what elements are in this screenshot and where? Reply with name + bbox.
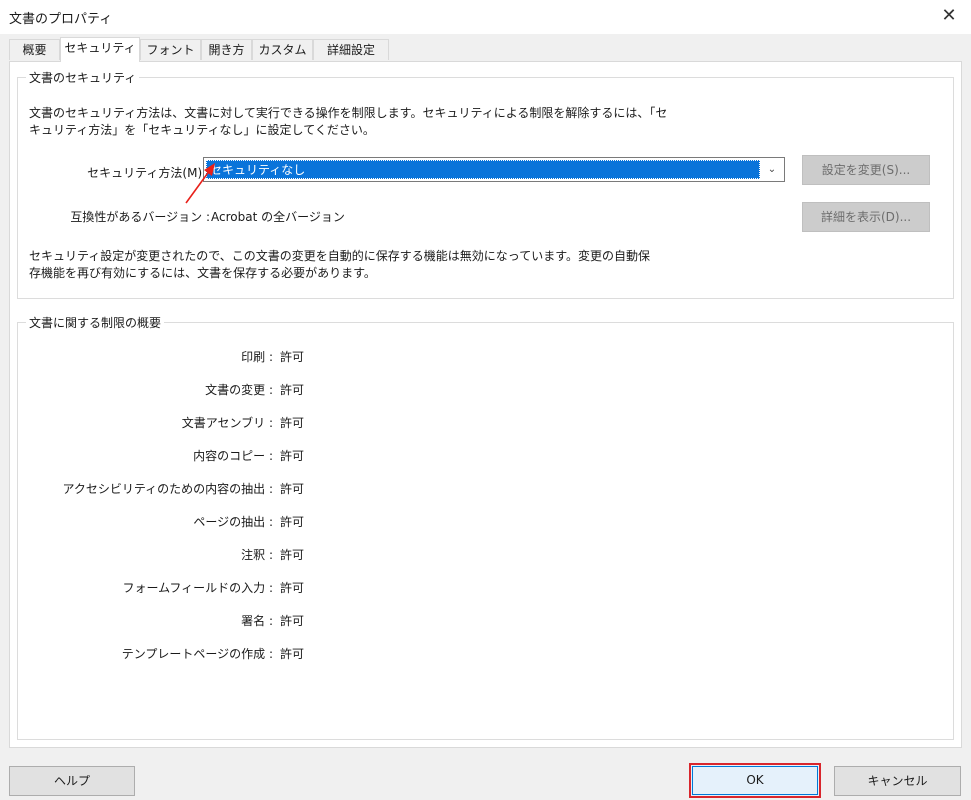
restriction-value-commenting: 許可: [280, 548, 305, 562]
show-details-button[interactable]: 詳細を表示(D)...: [802, 202, 930, 232]
document-security-legend: 文書のセキュリティ: [26, 69, 140, 86]
annotation-arrow-icon: [185, 163, 215, 204]
change-settings-button[interactable]: 設定を変更(S)...: [802, 155, 930, 185]
title-bar: 文書のプロパティ ✕: [0, 0, 971, 34]
restriction-value-copying: 許可: [280, 449, 305, 463]
security-method-value: セキュリティなし: [206, 160, 760, 179]
restriction-value-accessibility: 許可: [280, 482, 305, 496]
security-tab-panel: 文書のセキュリティ 文書のセキュリティ方法は、文書に対して実行できる操作を制限し…: [9, 61, 962, 748]
restriction-label-accessibility: アクセシビリティのための内容の抽出 :: [62, 482, 273, 496]
restriction-label-changing: 文書の変更 :: [205, 383, 273, 397]
compatible-version-label: 互換性があるバージョン :: [70, 210, 210, 224]
restriction-label-template-creation: テンプレートページの作成 :: [121, 647, 273, 661]
restriction-value-changing: 許可: [280, 383, 305, 397]
chevron-down-icon: ⌄: [767, 164, 777, 175]
tab-overview[interactable]: 概要: [9, 39, 60, 60]
tab-security[interactable]: セキュリティ: [60, 37, 140, 62]
restrictions-summary-group: 文書に関する制限の概要 印刷 : 許可 文書の変更 : 許可 文書アセンブリ :…: [17, 314, 954, 740]
tab-advanced[interactable]: 詳細設定: [313, 39, 389, 60]
tab-initial-view[interactable]: 開き方: [201, 39, 252, 60]
help-button[interactable]: ヘルプ: [9, 766, 135, 796]
restrictions-summary-legend: 文書に関する制限の概要: [26, 314, 165, 331]
document-security-group: 文書のセキュリティ 文書のセキュリティ方法は、文書に対して実行できる操作を制限し…: [17, 69, 954, 299]
restriction-label-assembly: 文書アセンブリ :: [181, 416, 273, 430]
security-method-select[interactable]: セキュリティなし ⌄: [203, 157, 785, 182]
ok-button-label: OK: [746, 773, 764, 787]
security-description: 文書のセキュリティ方法は、文書に対して実行できる操作を制限します。セキュリティに…: [29, 106, 668, 137]
restriction-label-page-extraction: ページの抽出 :: [193, 515, 273, 529]
restriction-value-page-extraction: 許可: [280, 515, 305, 529]
restriction-label-commenting: 注釈 :: [241, 548, 273, 562]
tab-custom[interactable]: カスタム: [252, 39, 313, 60]
compatible-version-value: Acrobat の全バージョン: [211, 210, 345, 224]
restriction-label-signing: 署名 :: [241, 614, 273, 628]
ok-button[interactable]: OK: [689, 763, 821, 798]
restriction-value-print: 許可: [280, 350, 305, 364]
close-icon[interactable]: ✕: [934, 3, 964, 29]
restriction-label-print: 印刷 :: [241, 350, 273, 364]
restriction-value-form-filling: 許可: [280, 581, 305, 595]
tab-fonts[interactable]: フォント: [140, 39, 201, 60]
autosave-note: セキュリティ設定が変更されたので、この文書の変更を自動的に保存する機能は無効にな…: [29, 249, 651, 280]
restriction-value-signing: 許可: [280, 614, 305, 628]
cancel-button[interactable]: キャンセル: [834, 766, 961, 796]
restriction-value-assembly: 許可: [280, 416, 305, 430]
restriction-label-copying: 内容のコピー :: [193, 449, 273, 463]
window-title: 文書のプロパティ: [9, 12, 113, 27]
restriction-value-template-creation: 許可: [280, 647, 305, 661]
restriction-label-form-filling: フォームフィールドの入力 :: [122, 581, 273, 595]
